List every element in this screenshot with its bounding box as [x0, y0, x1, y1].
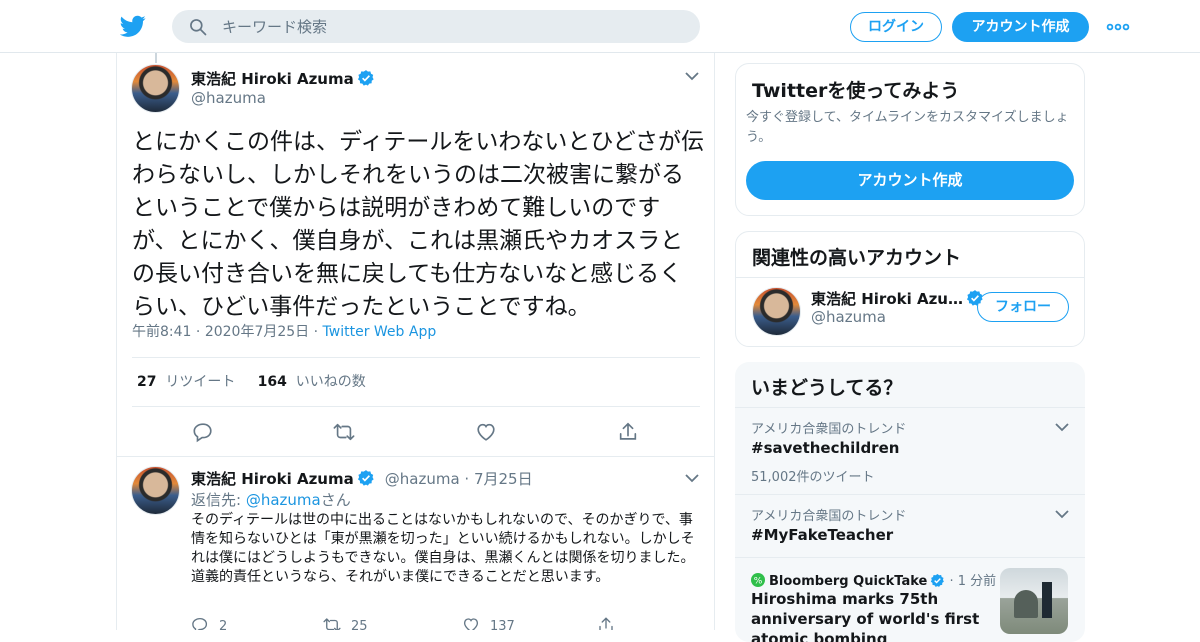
tweet-source-link[interactable]: Twitter Web App: [323, 324, 437, 340]
trend-name[interactable]: #savethechildren: [751, 439, 899, 457]
reply-icon[interactable]: [192, 421, 214, 443]
signup-card: Twitterを使ってみよう 今すぐ登録して、タイムラインをカスタマイズしましょ…: [735, 63, 1085, 216]
tweet-column: 東浩紀 Hiroki Azuma @hazuma とにかくこの件は、ディテールを…: [116, 53, 715, 630]
news-thumbnail-image[interactable]: [1000, 568, 1068, 634]
top-bar: ログイン アカウント作成: [0, 0, 1200, 53]
svg-text:%: %: [754, 577, 763, 587]
trend-context: アメリカ合衆国のトレンド: [751, 509, 907, 524]
retweet-icon[interactable]: [333, 421, 355, 443]
reply-author: 東浩紀 Hiroki Azuma @hazuma · 7月25日: [191, 468, 533, 489]
bloomberg-logo-icon: %: [751, 573, 765, 587]
bell-shape: [1014, 590, 1038, 618]
verified-badge-icon: [357, 470, 374, 486]
more-options-icon[interactable]: [1106, 17, 1130, 37]
related-account-handle[interactable]: @hazuma: [811, 308, 886, 326]
retweet-count: 27: [137, 374, 157, 390]
reply-author-name[interactable]: 東浩紀 Hiroki Azuma: [191, 470, 354, 488]
like-stat[interactable]: 164 いいねの数: [258, 374, 366, 390]
trends-card: いまどうしてる？ アメリカ合衆国のトレンド #savethechildren 5…: [735, 362, 1085, 642]
signup-button[interactable]: アカウント作成: [952, 12, 1089, 42]
replying-to: 返信先: @hazumaさん: [191, 489, 351, 510]
tweet-stats: 27 リツイート 164 いいねの数: [137, 371, 366, 391]
divider: [132, 357, 700, 358]
thread-line: [155, 53, 157, 63]
divider: [735, 494, 1085, 495]
reply-to-handle-link[interactable]: @hazuma: [246, 491, 321, 509]
reply-suffix: さん: [320, 491, 351, 509]
verified-badge-icon: [931, 573, 945, 587]
like-count: 164: [257, 374, 287, 390]
like-icon[interactable]: [475, 421, 497, 443]
twitter-logo-icon[interactable]: [120, 13, 146, 39]
tweet-meta: 午前8:41 · 2020年7月25日 · Twitter Web App: [132, 324, 437, 340]
author-name[interactable]: 東浩紀 Hiroki Azuma: [191, 68, 375, 89]
author-name-text[interactable]: 東浩紀 Hiroki Azuma: [191, 70, 354, 88]
trends-card-title: いまどうしてる？: [751, 377, 903, 399]
person-shape: [1042, 582, 1052, 618]
retweet-icon: [323, 618, 341, 630]
divider: [132, 406, 700, 407]
login-button[interactable]: ログイン: [850, 12, 942, 42]
tweet-date[interactable]: 2020年7月25日: [205, 324, 309, 340]
reply-icon: [192, 617, 208, 630]
reply-share-action[interactable]: [597, 616, 625, 630]
related-account-name[interactable]: 東浩紀 Hiroki Azu…: [811, 288, 984, 309]
signup-card-button[interactable]: アカウント作成: [746, 161, 1074, 200]
reply-author-handle[interactable]: @hazuma: [385, 470, 460, 488]
retweet-stat-label: リツイート: [165, 374, 236, 390]
divider: [735, 557, 1085, 558]
reply-retweet-count: 25: [351, 619, 368, 630]
news-headline[interactable]: Hiroshima marks 75th anniversary of worl…: [751, 589, 991, 642]
related-accounts-card: 関連性の高いアカウント 東浩紀 Hiroki Azu… @hazuma フォロー: [735, 231, 1085, 347]
share-icon: [599, 617, 613, 630]
reply-handle-date: @hazuma · 7月25日: [384, 470, 533, 488]
chevron-down-icon[interactable]: [685, 71, 699, 81]
related-account-avatar[interactable]: [752, 287, 801, 336]
reply-like-count: 137: [490, 619, 515, 630]
like-icon: [463, 618, 479, 630]
reply-prefix: 返信先:: [191, 491, 246, 509]
chevron-down-icon[interactable]: [1055, 509, 1069, 519]
signup-card-title: Twitterを使ってみよう: [752, 80, 960, 102]
news-time: 1 分前: [957, 574, 997, 589]
like-stat-label: いいねの数: [295, 374, 366, 390]
search-input[interactable]: [222, 10, 682, 43]
reply-retweet-action[interactable]: 25: [323, 616, 368, 630]
news-source-line: % Bloomberg QuickTake · 1 分前: [751, 570, 996, 589]
related-account-name-text[interactable]: 東浩紀 Hiroki Azu…: [811, 290, 963, 308]
divider: [117, 456, 714, 457]
chevron-down-icon[interactable]: [685, 473, 699, 483]
chevron-down-icon[interactable]: [1055, 422, 1069, 432]
avatar[interactable]: [131, 64, 180, 113]
verified-badge-icon: [357, 70, 374, 86]
reply-like-action[interactable]: 137: [462, 616, 515, 630]
trend-count: 51,002件のツイート: [751, 470, 875, 485]
share-icon[interactable]: [617, 421, 639, 443]
reply-reply-action[interactable]: 2: [191, 616, 227, 630]
follow-button[interactable]: フォロー: [977, 292, 1069, 322]
divider: [736, 277, 1084, 278]
reply-avatar[interactable]: [131, 466, 180, 515]
reply-text: そのディテールは世の中に出ることはないかもしれないので、そのかぎりで、事情を知ら…: [191, 512, 695, 585]
related-card-title: 関連性の高いアカウント: [752, 247, 962, 269]
trend-context: アメリカ合衆国のトレンド: [751, 422, 907, 437]
reply-reply-count: 2: [219, 619, 228, 630]
search-box: [172, 10, 700, 43]
divider: [735, 407, 1085, 408]
search-icon: [190, 19, 207, 36]
reply-date[interactable]: 7月25日: [474, 470, 533, 488]
tweet-text: とにかくこの件は、ディテールをいわないとひどさが伝わらないし、しかしそれをいうの…: [132, 129, 705, 320]
tweet-time[interactable]: 午前8:41: [132, 324, 191, 340]
news-source: Bloomberg QuickTake: [769, 574, 928, 589]
author-handle[interactable]: @hazuma: [191, 89, 266, 107]
trend-name[interactable]: #MyFakeTeacher: [751, 526, 893, 544]
signup-card-description: 今すぐ登録して、タイムラインをカスタマイズしましょう。: [746, 110, 1069, 145]
retweet-stat[interactable]: 27 リツイート: [137, 374, 235, 390]
